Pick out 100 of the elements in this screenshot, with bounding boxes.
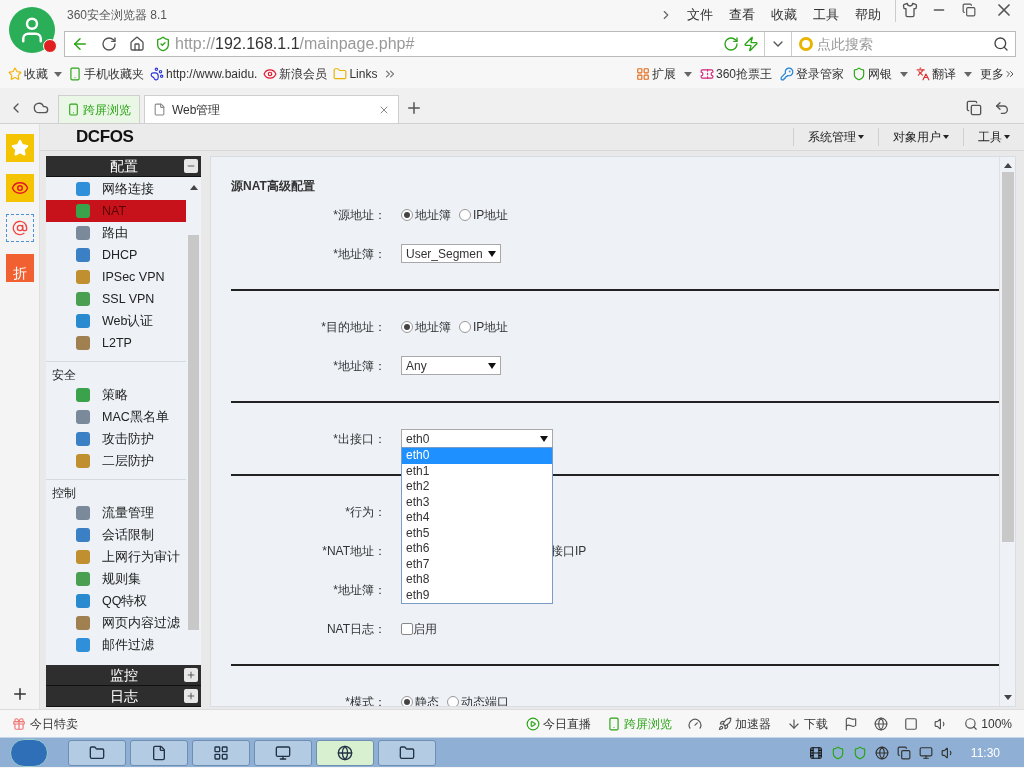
toolbar-button[interactable]: 360抢票王 (715, 65, 772, 83)
paw-icon (150, 67, 164, 81)
nav-item[interactable]: 上网行为审计 (46, 546, 186, 568)
menu-item[interactable]: 文件 (687, 5, 713, 25)
zoom-icon[interactable] (964, 716, 979, 731)
panel-header[interactable]: 监控 (46, 665, 201, 686)
nav-item[interactable]: 攻击防护 (46, 428, 186, 450)
shield-icon (852, 67, 866, 81)
scroll-up-icon[interactable] (189, 185, 198, 190)
radio-button[interactable] (447, 695, 459, 706)
new-tab-icon[interactable] (405, 99, 423, 117)
flag-icon[interactable] (844, 716, 859, 731)
status-button[interactable]: 100% (981, 714, 1012, 733)
bookmark-link[interactable]: 收藏 (24, 65, 48, 83)
mail-button[interactable] (5, 214, 34, 242)
nav-item[interactable]: 网页内容过滤 (46, 612, 186, 634)
globe-icon[interactable] (874, 716, 889, 731)
radio-button[interactable] (459, 320, 471, 333)
nav-item[interactable]: DHCP (46, 244, 186, 266)
grid-icon (635, 67, 650, 81)
nav-item[interactable]: MAC黑名单 (46, 406, 186, 428)
panel-header[interactable]: 日志 (46, 686, 201, 707)
dropdown-option[interactable]: eth7 (402, 556, 552, 572)
browser-tab[interactable]: Web管理 (144, 95, 399, 123)
status-button[interactable]: 加速器 (735, 714, 772, 733)
nav-item[interactable]: 邮件过滤 (46, 634, 186, 656)
folder-icon[interactable] (399, 744, 415, 761)
radio-button[interactable] (401, 320, 413, 333)
nav-item[interactable]: L2TP (46, 332, 186, 354)
nav-item[interactable]: IPSec VPN (46, 266, 186, 288)
undo-icon[interactable] (994, 100, 1010, 116)
grid-icon[interactable] (213, 744, 229, 761)
nav-item[interactable]: 二层防护 (46, 450, 186, 472)
play-icon[interactable] (526, 716, 541, 731)
toolbar-button[interactable]: 扩展 (651, 65, 676, 83)
dropdown-option[interactable]: eth8 (402, 572, 552, 588)
dropdown-option[interactable]: eth5 (402, 525, 552, 541)
tile-icon (76, 638, 90, 652)
folder-icon[interactable] (89, 744, 105, 761)
film-icon[interactable] (808, 745, 823, 760)
menu-item[interactable]: 查看 (729, 5, 755, 25)
user-avatar[interactable] (9, 7, 55, 53)
dropdown-option[interactable]: eth3 (402, 494, 552, 510)
nav-item[interactable]: QQ特权 (46, 590, 186, 612)
menu-item[interactable]: 收藏 (771, 5, 797, 25)
radio-button[interactable] (401, 208, 413, 221)
checkbox[interactable] (401, 622, 413, 635)
nav-item[interactable]: 网络连接 (46, 178, 186, 200)
nav-item[interactable]: 流量管理 (46, 502, 186, 524)
scroll-up-icon[interactable] (1003, 163, 1012, 168)
panel-header[interactable]: 配置 (46, 156, 201, 177)
dropdown-option[interactable]: eth2 (402, 479, 552, 495)
windows-icon[interactable] (966, 100, 982, 116)
bookmark-link[interactable]: 手机收藏夹 (84, 65, 144, 83)
menu-item[interactable]: 工具 (813, 5, 839, 25)
globe-icon[interactable] (337, 744, 353, 761)
monitor-icon[interactable] (275, 744, 291, 761)
scrollbar-thumb[interactable] (188, 235, 199, 630)
globe-icon[interactable] (874, 745, 889, 760)
dropdown-option[interactable]: eth1 (402, 463, 552, 479)
scrollbar-thumb[interactable] (1001, 172, 1014, 542)
dropdown-field[interactable]: Any (401, 356, 501, 375)
status-button[interactable]: 下载 (804, 714, 829, 733)
toolbar-button[interactable]: 翻译 (932, 65, 956, 83)
dropdown-option[interactable]: eth9 (402, 587, 552, 603)
app-menu[interactable]: 系统管理 (793, 128, 878, 146)
toolbar-button[interactable]: 登录管家 (796, 65, 844, 83)
gauge-icon[interactable] (688, 716, 703, 731)
toolbar-button[interactable]: 更多 (980, 65, 1004, 83)
bookmark-link[interactable]: Links (349, 65, 378, 83)
start-button[interactable] (10, 738, 48, 767)
bookmark-link[interactable]: http://www.baidu. (166, 65, 258, 83)
status-link[interactable]: 今日特卖 (30, 714, 78, 733)
nav-item[interactable]: Web认证 (46, 310, 186, 332)
nav-item[interactable]: 规则集 (46, 568, 186, 590)
nav-item[interactable]: 路由 (46, 222, 186, 244)
expand-icon[interactable] (184, 668, 198, 682)
dropdown-field[interactable]: User_Segmen (401, 244, 501, 263)
radio-button[interactable] (401, 695, 413, 706)
rocket-icon[interactable] (718, 716, 733, 731)
nav-item[interactable]: SSL VPN (46, 288, 186, 310)
nav-item[interactable]: 策略 (46, 384, 186, 406)
translate-icon (916, 67, 930, 81)
status-button[interactable]: 今日直播 (543, 714, 592, 733)
app-menu[interactable]: 对象用户 (878, 128, 963, 146)
bookmark-link[interactable]: 新浪会员 (279, 65, 328, 83)
device-icon[interactable] (896, 745, 911, 760)
document-icon[interactable] (151, 744, 167, 761)
expand-icon[interactable] (184, 689, 198, 703)
app-menu[interactable]: 工具 (963, 128, 1024, 146)
window-icon[interactable] (904, 716, 919, 731)
cloud-icon[interactable] (32, 100, 50, 116)
tile-icon (76, 572, 90, 586)
nav-item[interactable]: 会话限制 (46, 524, 186, 546)
dropdown-option[interactable]: eth6 (402, 541, 552, 557)
scroll-down-icon[interactable] (1003, 695, 1012, 700)
toolbar-button[interactable]: 网银 (868, 65, 892, 83)
dropdown-option[interactable]: eth4 (402, 510, 552, 526)
menu-item[interactable]: 帮助 (855, 5, 881, 25)
radio-button[interactable] (459, 208, 471, 221)
